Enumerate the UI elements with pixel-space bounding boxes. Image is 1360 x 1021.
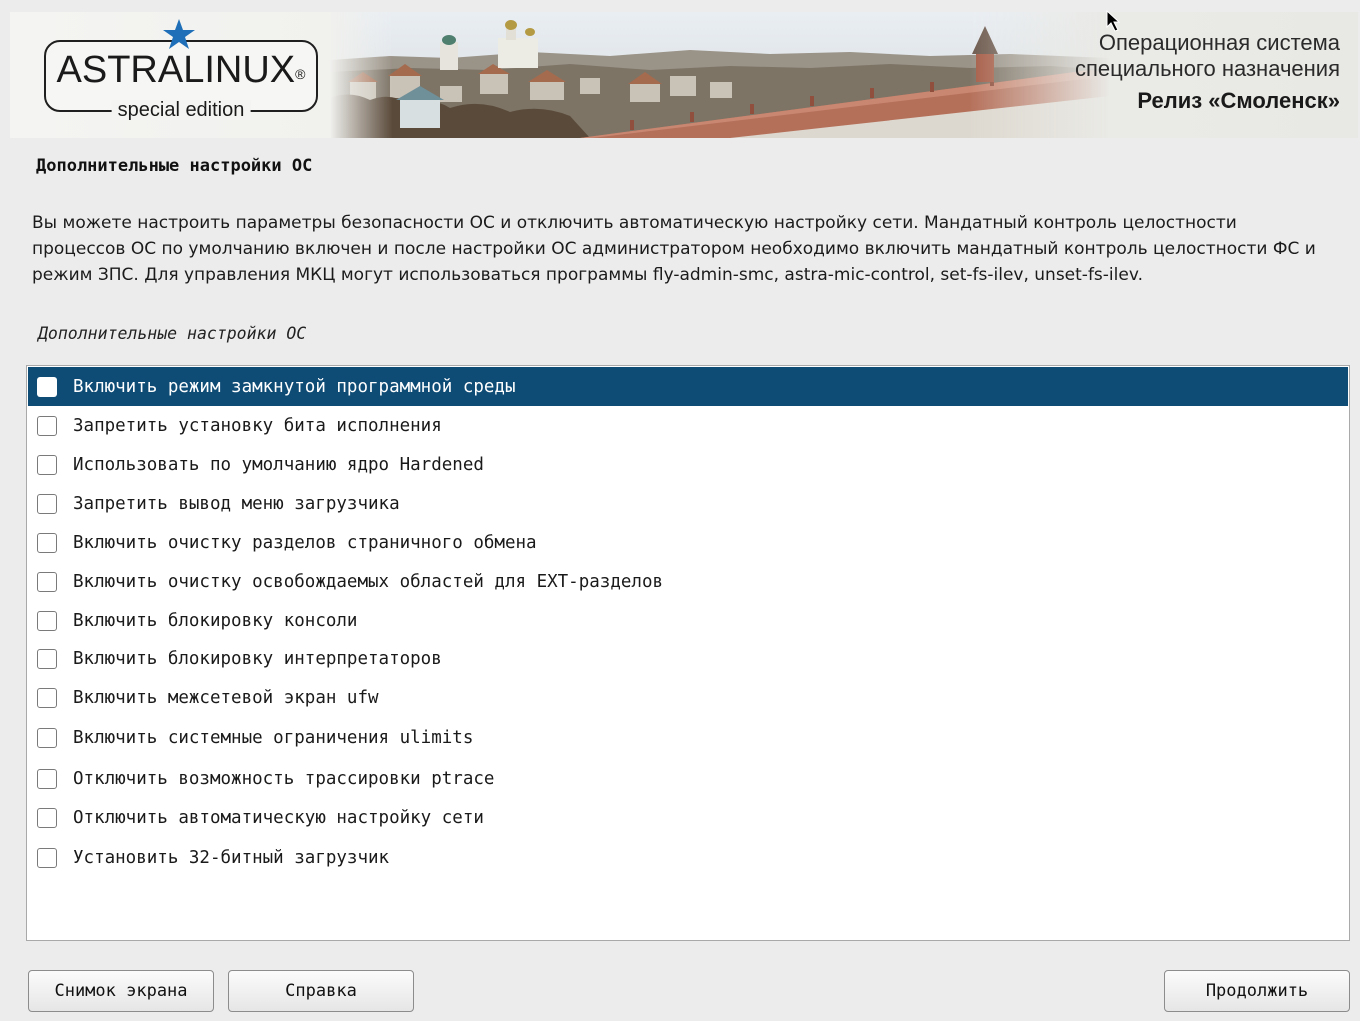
option-ufw-firewall[interactable]: Включить межсетевой экран ufw [28, 678, 1348, 717]
checkbox[interactable] [37, 648, 57, 669]
checkbox[interactable] [37, 454, 57, 475]
option-label: Включить очистку разделов страничного об… [73, 532, 537, 553]
star-icon [163, 19, 195, 49]
option-console-lock[interactable]: Включить блокировку консоли [28, 601, 1348, 640]
option-disable-ptrace[interactable]: Отключить возможность трассировки ptrace [28, 759, 1348, 798]
options-caption: Дополнительные настройки ОС [38, 324, 307, 343]
option-label: Включить блокировку консоли [73, 610, 358, 631]
os-name-line2: специального назначения [1074, 56, 1340, 81]
registered-mark: ® [295, 66, 306, 82]
option-ext-cleanup[interactable]: Включить очистку освобождаемых областей … [28, 562, 1348, 601]
continue-button[interactable]: Продолжить [1164, 970, 1350, 1012]
option-closed-software-environment[interactable]: Включить режим замкнутой программной сре… [28, 367, 1348, 406]
page-title: Дополнительные настройки ОС [36, 156, 313, 176]
mouse-pointer-icon [1106, 10, 1121, 32]
smolensk-photo [330, 12, 1110, 138]
logo-subtitle: special edition [111, 100, 251, 120]
option-label: Включить режим замкнутой программной сре… [73, 376, 516, 397]
checkbox[interactable] [37, 847, 57, 868]
checkbox[interactable] [37, 807, 57, 828]
option-label: Включить блокировку интерпретаторов [73, 648, 442, 669]
option-label: Запретить вывод меню загрузчика [73, 493, 400, 514]
option-label: Отключить возможность трассировки ptrace [73, 768, 495, 789]
checkbox[interactable] [37, 415, 57, 436]
installer-banner: ASTRALINUX® special edition Операционная… [10, 12, 1358, 138]
option-hide-boot-menu[interactable]: Запретить вывод меню загрузчика [28, 484, 1348, 523]
option-label: Запретить установку бита исполнения [73, 415, 442, 436]
release-name: Релиз «Смоленск» [1137, 88, 1340, 113]
screenshot-button[interactable]: Снимок экрана [28, 970, 214, 1012]
option-hardened-kernel[interactable]: Использовать по умолчанию ядро Hardened [28, 445, 1348, 484]
checkbox[interactable] [37, 610, 57, 631]
checkbox[interactable] [37, 687, 57, 708]
checkbox[interactable] [37, 493, 57, 514]
checkbox[interactable] [37, 376, 57, 397]
option-disable-auto-network[interactable]: Отключить автоматическую настройку сети [28, 798, 1348, 837]
option-label: Отключить автоматическую настройку сети [73, 807, 484, 828]
option-32bit-bootloader[interactable]: Установить 32-битный загрузчик [28, 838, 1348, 877]
option-swap-cleanup[interactable]: Включить очистку разделов страничного об… [28, 523, 1348, 562]
os-title-block: Операционная система специального назнач… [1075, 30, 1340, 114]
option-label: Включить очистку освобождаемых областей … [73, 571, 664, 592]
help-button[interactable]: Справка [228, 970, 414, 1012]
option-interpreter-lock[interactable]: Включить блокировку интерпретаторов [28, 639, 1348, 678]
checkbox[interactable] [37, 727, 57, 748]
os-options-list[interactable]: Включить режим замкнутой программной сре… [26, 365, 1350, 941]
page-description: Вы можете настроить параметры безопаснос… [32, 213, 1316, 285]
option-forbid-exec-bit[interactable]: Запретить установку бита исполнения [28, 406, 1348, 445]
option-label: Включить системные ограничения ulimits [73, 727, 474, 748]
checkbox[interactable] [37, 571, 57, 592]
logo-text: ASTRALINUX [56, 49, 296, 91]
checkbox[interactable] [37, 768, 57, 789]
checkbox[interactable] [37, 532, 57, 553]
option-label: Использовать по умолчанию ядро Hardened [73, 454, 484, 475]
option-label: Установить 32-битный загрузчик [73, 847, 390, 868]
option-label: Включить межсетевой экран ufw [73, 687, 379, 708]
option-ulimits[interactable]: Включить системные ограничения ulimits [28, 718, 1348, 757]
